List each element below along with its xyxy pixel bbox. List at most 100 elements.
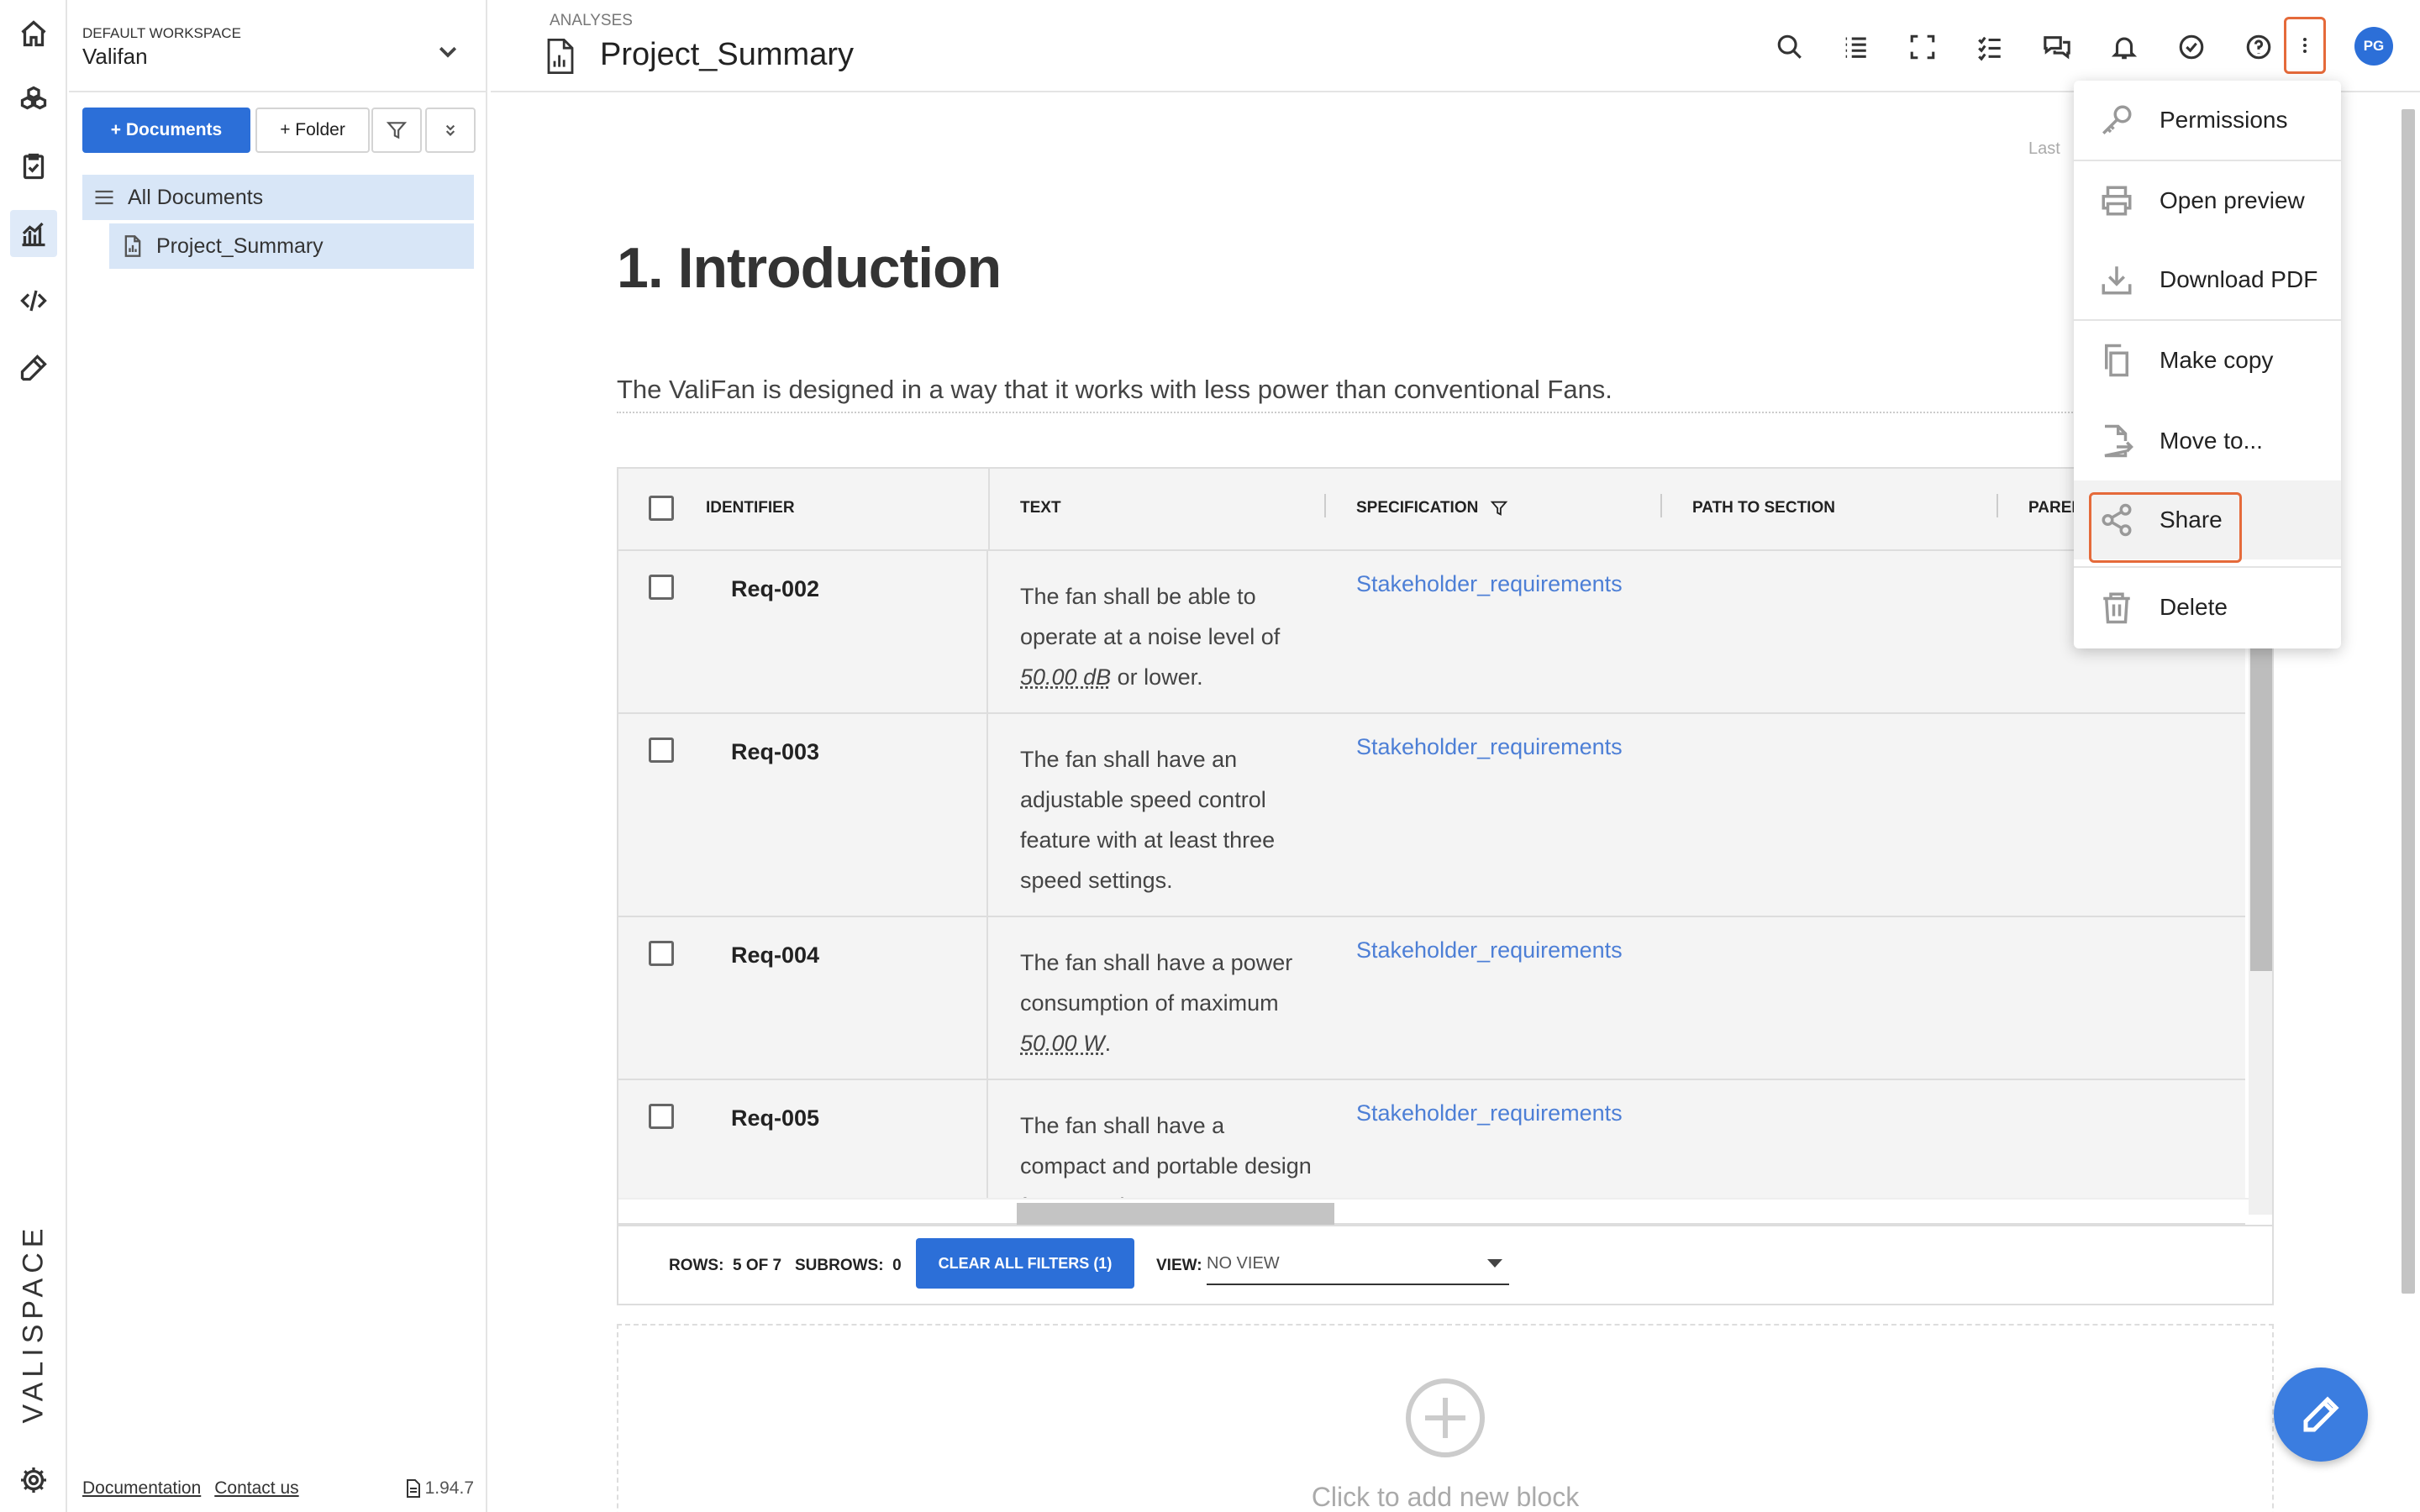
requirement-id[interactable]: Req-005: [731, 1105, 819, 1131]
key-icon: [2099, 102, 2134, 138]
horizontal-scrollbar[interactable]: [618, 1198, 2249, 1225]
column-divider: [988, 469, 990, 551]
checklist-icon[interactable]: [1971, 29, 2008, 66]
menu-item-download-pdf[interactable]: Download PDF: [2074, 240, 2341, 319]
requirement-id[interactable]: Req-004: [731, 942, 819, 969]
version-label: 1.94.7: [424, 1478, 474, 1498]
page-title[interactable]: Project_Summary: [600, 37, 854, 73]
download-icon: [2099, 262, 2134, 297]
page-scrollbar[interactable]: [2402, 109, 2415, 1294]
view-label: VIEW:: [1156, 1257, 1202, 1274]
chevron-down-icon[interactable]: [435, 39, 460, 64]
row-checkbox[interactable]: [649, 1104, 674, 1129]
menu-item-open-preview[interactable]: Open preview: [2074, 161, 2341, 240]
notifications-bell-icon[interactable]: [2106, 29, 2143, 66]
collapse-all-button[interactable]: [425, 108, 476, 153]
comments-icon[interactable]: [2039, 29, 2075, 66]
scrollbar-thumb[interactable]: [1017, 1203, 1334, 1225]
code-icon[interactable]: [10, 277, 57, 324]
analysis-document-icon: [124, 235, 141, 257]
version-info: 1.94.7: [405, 1478, 474, 1499]
column-header-path-to-section[interactable]: PATH TO SECTION: [1692, 499, 1835, 517]
tree-item-label: All Documents: [128, 185, 264, 209]
filter-icon: [386, 122, 408, 139]
specification-link[interactable]: Stakeholder_requirements: [1356, 937, 1623, 963]
outline-list-icon[interactable]: [1837, 29, 1874, 66]
clear-all-filters-button[interactable]: CLEAR ALL FILTERS (1): [916, 1238, 1134, 1289]
section-heading[interactable]: 1. Introduction: [617, 235, 1002, 301]
breadcrumb[interactable]: ANALYSES: [550, 12, 633, 30]
documentation-link[interactable]: Documentation: [82, 1478, 201, 1499]
contact-us-link[interactable]: Contact us: [214, 1478, 298, 1499]
requirement-text[interactable]: The fan shall have a power consumption o…: [1020, 942, 1314, 1063]
table-footer: ROWS: 5 OF 7 SUBROWS: 0 CLEAR ALL FILTER…: [618, 1225, 2272, 1304]
specification-link[interactable]: Stakeholder_requirements: [1356, 734, 1623, 760]
specification-link[interactable]: Stakeholder_requirements: [1356, 1100, 1623, 1126]
documents-sidebar: DEFAULT WORKSPACE Valifan + Documents + …: [69, 0, 487, 1512]
workspace-label: DEFAULT WORKSPACE: [82, 25, 241, 41]
filter-button[interactable]: [371, 108, 422, 153]
requirement-text[interactable]: The fan shall have an adjustable speed c…: [1020, 739, 1314, 900]
printer-icon: [2099, 183, 2134, 218]
column-divider[interactable]: [1996, 494, 1998, 517]
paragraph-text[interactable]: The ValiFan is designed in a way that it…: [617, 375, 2096, 413]
tree-item-project-summary[interactable]: Project_Summary: [109, 223, 474, 269]
avatar[interactable]: PG: [2354, 27, 2393, 66]
column-divider[interactable]: [1324, 494, 1326, 517]
value-reference[interactable]: 50.00 W: [1020, 1031, 1105, 1056]
edit-button[interactable]: [2274, 1368, 2368, 1462]
tree-item-all-documents[interactable]: All Documents: [82, 175, 474, 220]
select-all-checkbox[interactable]: [649, 496, 674, 521]
column-header-specification[interactable]: SPECIFICATION: [1356, 499, 1508, 517]
filter-icon[interactable]: [1490, 499, 1508, 517]
column-divider[interactable]: [1660, 494, 1662, 517]
requirements-icon[interactable]: [10, 143, 57, 190]
fullscreen-icon[interactable]: [1904, 29, 1941, 66]
home-icon[interactable]: [10, 10, 57, 57]
column-header-text[interactable]: TEXT: [1020, 499, 1061, 517]
move-file-icon: [2099, 423, 2134, 459]
analysis-document-icon: [547, 39, 574, 74]
menu-item-move-to[interactable]: Move to...: [2074, 402, 2341, 480]
workspace-name[interactable]: Valifan: [82, 44, 148, 70]
plus-circle-icon[interactable]: [1405, 1378, 1486, 1458]
brand-logo: VALISPACE: [17, 1223, 50, 1423]
specification-link[interactable]: Stakeholder_requirements: [1356, 571, 1623, 597]
column-header-identifier[interactable]: IDENTIFIER: [706, 499, 795, 517]
add-block-area[interactable]: Click to add new block: [617, 1324, 2274, 1512]
menu-item-delete[interactable]: Delete: [2074, 568, 2341, 647]
components-icon[interactable]: [10, 76, 57, 123]
vertical-scrollbar[interactable]: [2249, 551, 2272, 1215]
view-select[interactable]: NO VIEW: [1207, 1243, 1509, 1285]
table-row[interactable]: Req-003 The fan shall have an adjustable…: [618, 714, 2245, 917]
add-folder-button[interactable]: + Folder: [255, 108, 370, 153]
row-checkbox[interactable]: [649, 941, 674, 966]
requirement-id[interactable]: Req-002: [731, 576, 819, 602]
search-icon[interactable]: [1771, 29, 1808, 66]
requirement-id[interactable]: Req-003: [731, 739, 819, 765]
tests-icon[interactable]: [10, 344, 57, 391]
trash-icon: [2099, 590, 2134, 625]
pencil-icon: [2303, 1396, 2339, 1432]
sidebar-footer: Documentation Contact us 1.94.7: [82, 1478, 474, 1499]
analyses-icon[interactable]: [10, 210, 57, 257]
help-icon[interactable]: [2240, 29, 2277, 66]
table-row[interactable]: Req-002 The fan shall be able to operate…: [618, 551, 2245, 714]
identifier-cell: [618, 551, 988, 712]
divider: [69, 91, 487, 92]
add-block-label[interactable]: Click to add new block: [618, 1482, 2272, 1512]
value-reference[interactable]: 50.00 dB: [1020, 664, 1111, 690]
row-checkbox[interactable]: [649, 738, 674, 763]
last-modified-text: Last: [2028, 139, 2060, 158]
add-documents-button[interactable]: + Documents: [82, 108, 250, 153]
review-check-icon[interactable]: [2173, 29, 2210, 66]
table-row[interactable]: Req-004 The fan shall have a power consu…: [618, 917, 2245, 1080]
share-highlight: [2089, 492, 2242, 563]
menu-item-make-copy[interactable]: Make copy: [2074, 321, 2341, 400]
settings-gear-icon[interactable]: [10, 1457, 57, 1504]
more-options-button[interactable]: [2284, 17, 2326, 74]
row-checkbox[interactable]: [649, 575, 674, 600]
menu-item-permissions[interactable]: Permissions: [2074, 81, 2341, 160]
requirements-table: IDENTIFIER TEXT SPECIFICATION PATH TO SE…: [617, 467, 2274, 1305]
requirement-text[interactable]: The fan shall be able to operate at a no…: [1020, 576, 1314, 697]
